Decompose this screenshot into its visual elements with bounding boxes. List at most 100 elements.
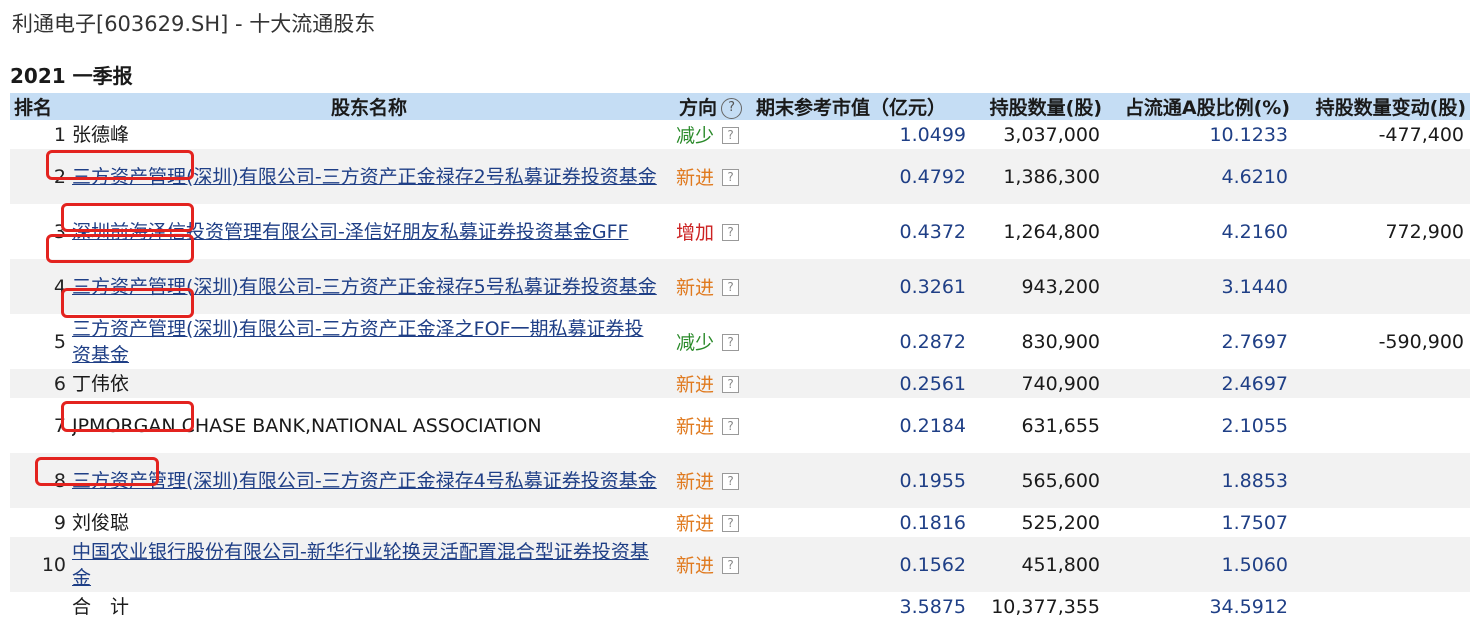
holder-name-link[interactable]: 三方资产管理(深圳)有限公司-三方资产正金禄存4号私募证券投资基金 xyxy=(72,470,657,492)
table-header-row: 排名 股东名称 方向? 期末参考市值（亿元） 持股数量(股) 占流通A股比例(%… xyxy=(10,93,1471,120)
question-box-icon[interactable]: ? xyxy=(722,375,739,393)
rank-cell: 2 xyxy=(10,149,72,204)
top-ten-holders-table: 排名 股东名称 方向? 期末参考市值（亿元） 持股数量(股) 占流通A股比例(%… xyxy=(10,93,1471,621)
ratio-cell: 2.1055 xyxy=(1221,414,1289,437)
shares-cell: 565,600 xyxy=(972,453,1107,508)
ratio-cell: 4.6210 xyxy=(1106,149,1295,204)
change-cell xyxy=(1294,537,1471,592)
ratio-cell: 10.1233 xyxy=(1209,123,1289,146)
holder-name-link[interactable]: 三方资产管理(深圳)有限公司-三方资产正金禄存2号私募证券投资基金 xyxy=(72,166,657,188)
ratio-cell: 2.4697 xyxy=(1106,369,1295,398)
rank-cell: 10 xyxy=(10,537,72,592)
row-help-cell: ? xyxy=(718,120,752,149)
table-row: 8 三方资产管理(深圳)有限公司-三方资产正金禄存4号私募证券投资基金 新进? 0.1… xyxy=(10,453,1471,508)
rank-cell: 7 xyxy=(53,414,66,437)
total-ratio: 34.5912 xyxy=(1209,595,1289,618)
table-row: 6 丁伟依 新进? 0.2561 740,900 2.4697 xyxy=(10,369,1471,398)
question-box-icon[interactable]: ? xyxy=(722,417,739,435)
rank-cell: 1 xyxy=(53,123,66,146)
shares-cell: 943,200 xyxy=(972,259,1107,314)
holder-name-link[interactable]: 三方资产管理(深圳)有限公司-三方资产正金禄存5号私募证券投资基金 xyxy=(72,276,657,298)
shares-cell: 525,200 xyxy=(1021,511,1101,534)
question-box-icon[interactable]: ? xyxy=(722,126,739,144)
row-help-cell: ? xyxy=(718,314,752,369)
total-market-value: 3.5875 xyxy=(899,595,967,618)
change-cell xyxy=(1294,453,1471,508)
holder-name: JPMORGAN CHASE BANK,NATIONAL ASSOCIATION xyxy=(72,414,542,437)
ratio-cell: 1.5060 xyxy=(1106,537,1295,592)
holder-name-cell: 三方资产管理(深圳)有限公司-三方资产正金禄存5号私募证券投资基金 xyxy=(72,259,666,314)
shares-cell: 631,655 xyxy=(1021,414,1101,437)
table-row: 7 JPMORGAN CHASE BANK,NATIONAL ASSOCIATIO… xyxy=(10,398,1470,453)
market-value-cell: 0.4792 xyxy=(752,149,973,204)
market-value-cell: 0.1562 xyxy=(752,537,973,592)
direction-cell: 增加 xyxy=(676,222,715,244)
header-rank: 排名 xyxy=(10,93,72,120)
table-row: 1 张德峰 减少? 1.0499 3,037,000 10.1233 -477,400 xyxy=(10,120,1470,149)
holder-name-cell: 深圳前海泽信投资管理有限公司-泽信好朋友私募证券投资基金GFF xyxy=(72,204,666,259)
header-market-value: 期末参考市值（亿元） xyxy=(752,93,973,120)
market-value-cell: 0.2184 xyxy=(899,414,967,437)
header-shares: 持股数量(股) xyxy=(972,93,1107,120)
market-value-cell: 0.4372 xyxy=(899,220,967,243)
direction-cell: 减少 xyxy=(676,125,715,147)
ratio-cell: 1.7507 xyxy=(1221,511,1289,534)
rank-cell: 5 xyxy=(53,330,66,353)
holder-name-cell: 张德峰 xyxy=(72,120,666,149)
holder-name-cell: JPMORGAN CHASE BANK,NATIONAL ASSOCIATION xyxy=(72,398,666,453)
question-circle-icon[interactable]: ? xyxy=(721,98,743,119)
holder-name-link[interactable]: 三方资产管理(深圳)有限公司-三方资产正金泽之FOF一期私募证券投资基金 xyxy=(72,318,644,366)
ratio-cell: 4.2160 xyxy=(1221,220,1289,243)
change-cell xyxy=(1294,149,1471,204)
question-box-icon[interactable]: ? xyxy=(722,556,739,574)
row-help-cell: ? xyxy=(718,259,753,314)
question-box-icon[interactable]: ? xyxy=(722,168,739,186)
shares-cell: 740,900 xyxy=(972,369,1107,398)
direction-cell: 新进 xyxy=(666,259,718,314)
shares-cell: 1,264,800 xyxy=(1003,220,1101,243)
total-shares: 10,377,355 xyxy=(991,595,1101,618)
row-help-cell: ? xyxy=(718,453,753,508)
holder-name: 张德峰 xyxy=(72,123,130,146)
total-row: 合 计 3.5875 10,377,355 34.5912 xyxy=(10,592,1470,621)
question-box-icon[interactable]: ? xyxy=(722,514,739,532)
holder-name-link[interactable]: 中国农业银行股份有限公司-新华行业轮换灵活配置混合型证券投资基金 xyxy=(72,541,649,589)
row-help-cell: ? xyxy=(718,398,752,453)
question-box-icon[interactable]: ? xyxy=(722,472,739,490)
change-cell xyxy=(1294,369,1471,398)
row-help-cell: ? xyxy=(718,508,752,537)
row-help-cell: ? xyxy=(718,369,753,398)
holder-name: 刘俊聪 xyxy=(72,511,130,534)
market-value-cell: 0.2872 xyxy=(899,330,967,353)
question-box-icon[interactable]: ? xyxy=(722,223,739,241)
ratio-cell: 2.7697 xyxy=(1221,330,1289,353)
table-row: 3 深圳前海泽信投资管理有限公司-泽信好朋友私募证券投资基金GFF 增加? 0.437… xyxy=(10,204,1470,259)
question-box-icon[interactable]: ? xyxy=(722,333,739,351)
table-row: 5 三方资产管理(深圳)有限公司-三方资产正金泽之FOF一期私募证券投资基金 减少?… xyxy=(10,314,1470,369)
row-help-cell: ? xyxy=(718,537,753,592)
market-value-cell: 1.0499 xyxy=(899,123,967,146)
direction-cell: 新进 xyxy=(666,537,718,592)
ratio-cell: 1.8853 xyxy=(1106,453,1295,508)
market-value-cell: 0.3261 xyxy=(752,259,973,314)
holder-name-cell: 三方资产管理(深圳)有限公司-三方资产正金禄存4号私募证券投资基金 xyxy=(72,453,666,508)
rank-cell: 8 xyxy=(10,453,72,508)
row-help-cell: ? xyxy=(718,204,752,259)
rank-cell: 9 xyxy=(53,511,66,534)
question-box-icon[interactable]: ? xyxy=(722,278,739,296)
change-cell: -477,400 xyxy=(1378,123,1465,146)
change-cell xyxy=(1294,259,1471,314)
header-direction: 方向? xyxy=(666,93,753,120)
total-label: 合 计 xyxy=(72,595,130,618)
report-period-title: 2021 一季报 xyxy=(10,64,133,88)
header-ratio: 占流通A股比例(%) xyxy=(1106,93,1295,120)
total-rank-cell xyxy=(10,592,72,621)
table-row: 4 三方资产管理(深圳)有限公司-三方资产正金禄存5号私募证券投资基金 新进? 0.3… xyxy=(10,259,1471,314)
holder-name: 丁伟依 xyxy=(72,372,130,395)
shares-cell: 830,900 xyxy=(1021,330,1101,353)
shares-cell: 1,386,300 xyxy=(972,149,1107,204)
table-row: 2 三方资产管理(深圳)有限公司-三方资产正金禄存2号私募证券投资基金 新进? 0.4… xyxy=(10,149,1471,204)
market-value-cell: 0.1955 xyxy=(752,453,973,508)
holder-name-link[interactable]: 深圳前海泽信投资管理有限公司-泽信好朋友私募证券投资基金GFF xyxy=(72,221,628,243)
header-change: 持股数量变动(股) xyxy=(1294,93,1471,120)
